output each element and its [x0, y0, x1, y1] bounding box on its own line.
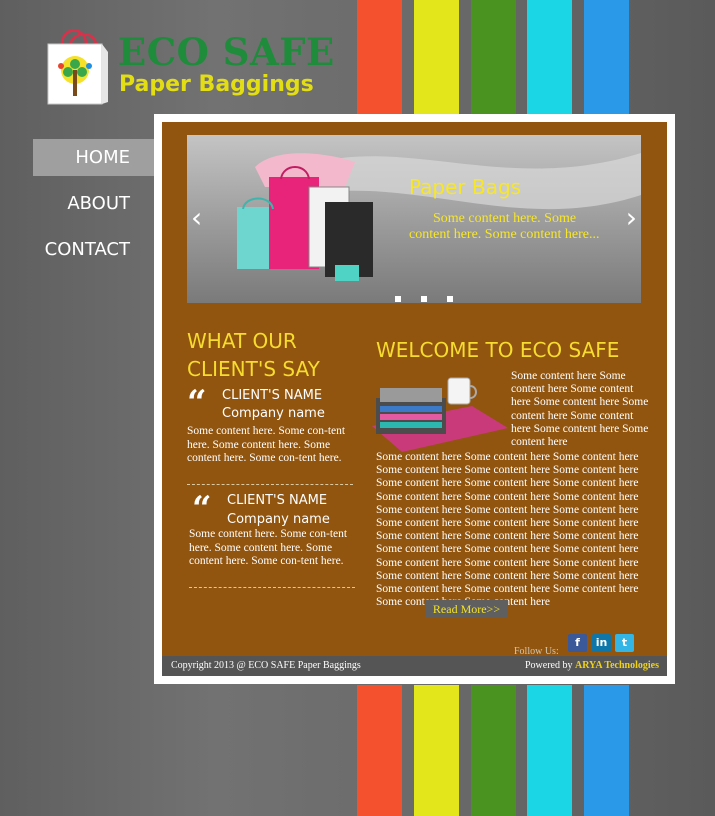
clients-heading: WHAT OUR CLIENT'S SAY [187, 329, 320, 381]
top-stripe-red [357, 0, 402, 115]
main-nav: HOME ABOUT CONTACT [33, 139, 154, 277]
client-testimonial: Some content here. Some con-tent here. S… [187, 425, 346, 464]
read-more-button[interactable]: Read More>> [425, 600, 508, 618]
powered-by-label: Powered by [524, 660, 575, 671]
nav-about[interactable]: ABOUT [33, 185, 154, 222]
client-name: CLIENT'S NAME [222, 388, 323, 403]
bottom-stripe-red [357, 685, 402, 816]
slider-dot-2[interactable] [421, 296, 427, 302]
bottom-stripe-blue [584, 685, 629, 816]
logo-subtitle: Paper Baggings [119, 72, 314, 97]
content-inner: ‹ › Paper Bags Some content here. Some c… [162, 122, 667, 676]
top-stripe-blue [584, 0, 629, 115]
client-company: Company name [222, 406, 325, 421]
gift-box-image [372, 377, 508, 452]
chevron-left-icon[interactable]: ‹ [191, 201, 202, 234]
client-company: Company name [227, 512, 330, 527]
chevron-right-icon[interactable]: › [626, 201, 637, 234]
slider-dot-1[interactable] [395, 296, 401, 302]
bag-logo-icon [47, 29, 108, 105]
paper-bags-image [237, 153, 373, 281]
powered-by: Powered by ARYA Technologies [525, 660, 659, 671]
nav-home[interactable]: HOME [33, 139, 154, 176]
bottom-stripe-yellow [414, 685, 459, 816]
twitter-icon[interactable]: t [615, 634, 634, 652]
client-name: CLIENT'S NAME [227, 493, 328, 508]
testimonial-divider [187, 484, 353, 485]
logo-title: ECO SAFE [118, 30, 335, 74]
slider-dot-3[interactable] [447, 296, 453, 302]
slider-text: Some content here. Some content here. So… [409, 211, 600, 242]
slider-dots [395, 289, 469, 307]
powered-by-link[interactable]: ARYA Technologies [575, 660, 659, 671]
nav-contact[interactable]: CONTACT [33, 231, 154, 268]
facebook-icon[interactable]: f [568, 634, 587, 652]
bottom-stripe-green [471, 685, 516, 816]
client-testimonial: Some content here. Some con-tent here. S… [189, 528, 348, 567]
bottom-stripe-cyan [527, 685, 572, 816]
testimonial-divider [189, 587, 355, 588]
welcome-body-text: Some content here Some content here Some… [376, 451, 639, 609]
image-slider: ‹ › Paper Bags Some content here. Some c… [187, 135, 641, 303]
top-stripe-green [471, 0, 516, 115]
quote-icon: “ [187, 383, 207, 423]
linkedin-icon[interactable]: in [592, 634, 611, 652]
slider-title: Paper Bags [409, 175, 522, 199]
copyright-text: Copyright 2013 @ ECO SAFE Paper Baggings [171, 660, 361, 671]
site-logo[interactable]: ECO SAFE Paper Baggings [44, 22, 334, 110]
quote-icon: “ [192, 489, 212, 529]
footer: Copyright 2013 @ ECO SAFE Paper Baggings… [162, 656, 667, 676]
welcome-side-text: Some content here Some content here Some… [511, 370, 649, 449]
top-stripe-yellow [414, 0, 459, 115]
top-stripe-cyan [527, 0, 572, 115]
welcome-heading: WELCOME TO ECO SAFE [376, 338, 620, 362]
content-panel: ‹ › Paper Bags Some content here. Some c… [154, 114, 675, 684]
